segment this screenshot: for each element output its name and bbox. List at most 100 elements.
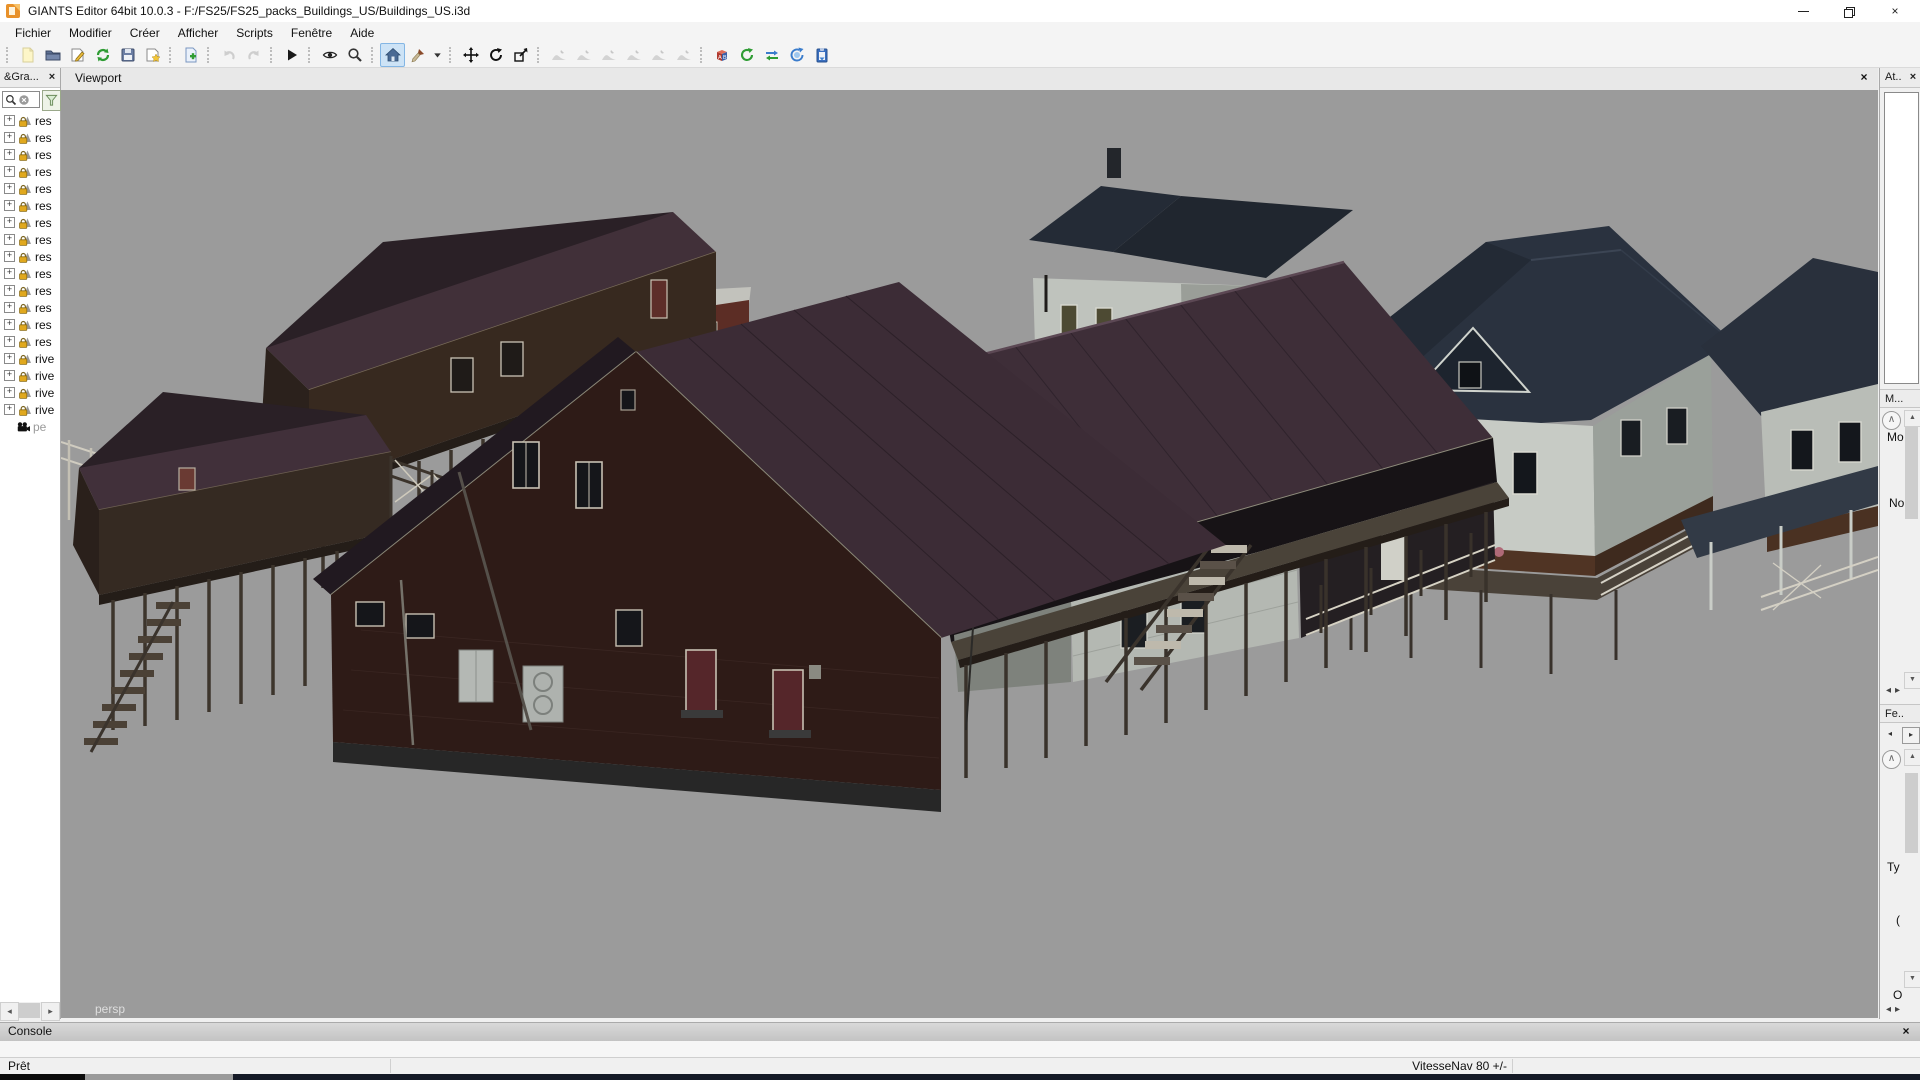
open-file-button[interactable] xyxy=(40,43,65,67)
tree-item-res[interactable]: +res xyxy=(0,197,60,214)
fenetre-hscroll-arrows[interactable]: ◂▸ xyxy=(1886,1004,1904,1015)
attributes-close-button[interactable]: × xyxy=(1905,68,1920,87)
expand-toggle[interactable]: + xyxy=(4,132,15,143)
expand-toggle[interactable]: + xyxy=(4,285,15,296)
fenetre-collapse-button[interactable]: ∧ xyxy=(1882,750,1901,769)
save-file-button[interactable] xyxy=(115,43,140,67)
menu-afficher[interactable]: Afficher xyxy=(169,24,227,42)
terrain-lower-button[interactable] xyxy=(571,43,596,67)
scroll-up-button[interactable]: ▲ xyxy=(1904,410,1920,427)
expand-toggle[interactable]: + xyxy=(4,268,15,279)
expand-toggle[interactable]: + xyxy=(4,183,15,194)
expand-toggle[interactable]: + xyxy=(4,234,15,245)
expand-toggle[interactable]: + xyxy=(4,302,15,313)
tree-item-res[interactable]: +res xyxy=(0,248,60,265)
scale-tool-button[interactable] xyxy=(508,43,533,67)
scroll-up-button[interactable]: ▲ xyxy=(1904,749,1920,766)
play-button[interactable] xyxy=(279,43,304,67)
sync-objects-button[interactable] xyxy=(784,43,809,67)
tree-item-res[interactable]: +res xyxy=(0,214,60,231)
show-toggle-button[interactable] xyxy=(317,43,342,67)
undo-button[interactable] xyxy=(216,43,241,67)
console-close-button[interactable]: × xyxy=(1898,1023,1914,1040)
tree-item-res[interactable]: +res xyxy=(0,316,60,333)
fenetre-vscrollbar[interactable]: ▲ ▼ xyxy=(1904,749,1919,997)
replace-assets-button[interactable] xyxy=(759,43,784,67)
paint-brush-button[interactable] xyxy=(405,43,430,67)
scroll-thumb[interactable] xyxy=(18,1003,40,1018)
edit-file-button[interactable] xyxy=(65,43,90,67)
scroll-down-button[interactable]: ▼ xyxy=(1904,672,1920,689)
tab-next-button[interactable]: ▸ xyxy=(1902,727,1920,744)
scroll-right-button[interactable]: ▸ xyxy=(41,1002,60,1021)
scenegraph-search-input[interactable] xyxy=(2,91,40,108)
tree-item-res[interactable]: +res xyxy=(0,180,60,197)
menu-modifier[interactable]: Modifier xyxy=(60,24,121,42)
translate-tool-button[interactable] xyxy=(458,43,483,67)
rotate-tool-button[interactable] xyxy=(483,43,508,67)
console-output[interactable] xyxy=(0,1041,1920,1058)
viewport-3d-canvas[interactable]: persp xyxy=(61,90,1878,1018)
expand-toggle[interactable]: + xyxy=(4,336,15,347)
tree-item-res[interactable]: +res xyxy=(0,231,60,248)
expand-toggle[interactable]: + xyxy=(4,149,15,160)
attributes-list[interactable] xyxy=(1884,92,1919,384)
zoom-tool-button[interactable] xyxy=(342,43,367,67)
scroll-down-button[interactable]: ▼ xyxy=(1904,971,1920,988)
restore-button[interactable] xyxy=(1826,0,1872,22)
tree-item-pe[interactable]: pe xyxy=(0,418,60,435)
new-file-button[interactable] xyxy=(15,43,40,67)
tree-item-res[interactable]: +res xyxy=(0,112,60,129)
paste-special-button[interactable] xyxy=(809,43,834,67)
terrain-smooth-button[interactable] xyxy=(596,43,621,67)
close-button[interactable]: × xyxy=(1872,0,1918,22)
reload-file-button[interactable] xyxy=(90,43,115,67)
tree-item-res[interactable]: +res xyxy=(0,146,60,163)
tree-item-res[interactable]: +res xyxy=(0,299,60,316)
expand-toggle[interactable]: + xyxy=(4,404,15,415)
materials-hscroll-arrows[interactable]: ◂▸ xyxy=(1886,685,1904,696)
tree-item-rive[interactable]: +rive xyxy=(0,401,60,418)
scenegraph-close-button[interactable]: × xyxy=(44,68,60,87)
expand-toggle[interactable]: + xyxy=(4,166,15,177)
expand-toggle[interactable]: + xyxy=(4,115,15,126)
filter-button[interactable] xyxy=(42,90,61,111)
brush-options-button[interactable] xyxy=(430,43,445,67)
viewport-close-button[interactable]: × xyxy=(1856,70,1872,84)
expand-toggle[interactable]: + xyxy=(4,353,15,364)
redo-button[interactable] xyxy=(241,43,266,67)
tree-item-rive[interactable]: +rive xyxy=(0,350,60,367)
menu-fichier[interactable]: Fichier xyxy=(6,24,60,42)
tree-item-res[interactable]: +res xyxy=(0,282,60,299)
menu-scripts[interactable]: Scripts xyxy=(227,24,282,42)
expand-toggle[interactable]: + xyxy=(4,251,15,262)
expand-toggle[interactable]: + xyxy=(4,217,15,228)
tree-item-res[interactable]: +res xyxy=(0,265,60,282)
terrain-flatten-button[interactable] xyxy=(621,43,646,67)
clear-search-icon[interactable] xyxy=(18,94,30,106)
expand-toggle[interactable]: + xyxy=(4,200,15,211)
scroll-left-button[interactable]: ◂ xyxy=(0,1002,19,1021)
expand-toggle[interactable]: + xyxy=(4,387,15,398)
tree-item-res[interactable]: +res xyxy=(0,163,60,180)
tree-item-rive[interactable]: +rive xyxy=(0,367,60,384)
save-as-button[interactable] xyxy=(140,43,165,67)
camera-home-button[interactable] xyxy=(380,43,405,67)
materials-collapse-button[interactable]: ∧ xyxy=(1882,411,1901,430)
menu-creer[interactable]: Créer xyxy=(121,24,169,42)
terrain-paint-button[interactable] xyxy=(646,43,671,67)
scroll-thumb[interactable] xyxy=(1905,773,1918,853)
expand-toggle[interactable]: + xyxy=(4,370,15,381)
tab-prev-button[interactable]: ◂ xyxy=(1882,727,1898,742)
expand-toggle[interactable]: + xyxy=(4,319,15,330)
terrain-raise-button[interactable] xyxy=(546,43,571,67)
menu-fenetre[interactable]: Fenêtre xyxy=(282,24,341,42)
texture-cube-button[interactable] xyxy=(709,43,734,67)
tree-item-rive[interactable]: +rive xyxy=(0,384,60,401)
minimize-button[interactable] xyxy=(1780,0,1826,22)
terrain-foliage-button[interactable] xyxy=(671,43,696,67)
scroll-thumb[interactable] xyxy=(1905,427,1918,519)
menu-aide[interactable]: Aide xyxy=(341,24,383,42)
reload-scripts-button[interactable] xyxy=(734,43,759,67)
scenegraph-hscrollbar[interactable]: ◂ ▸ xyxy=(0,1002,60,1019)
